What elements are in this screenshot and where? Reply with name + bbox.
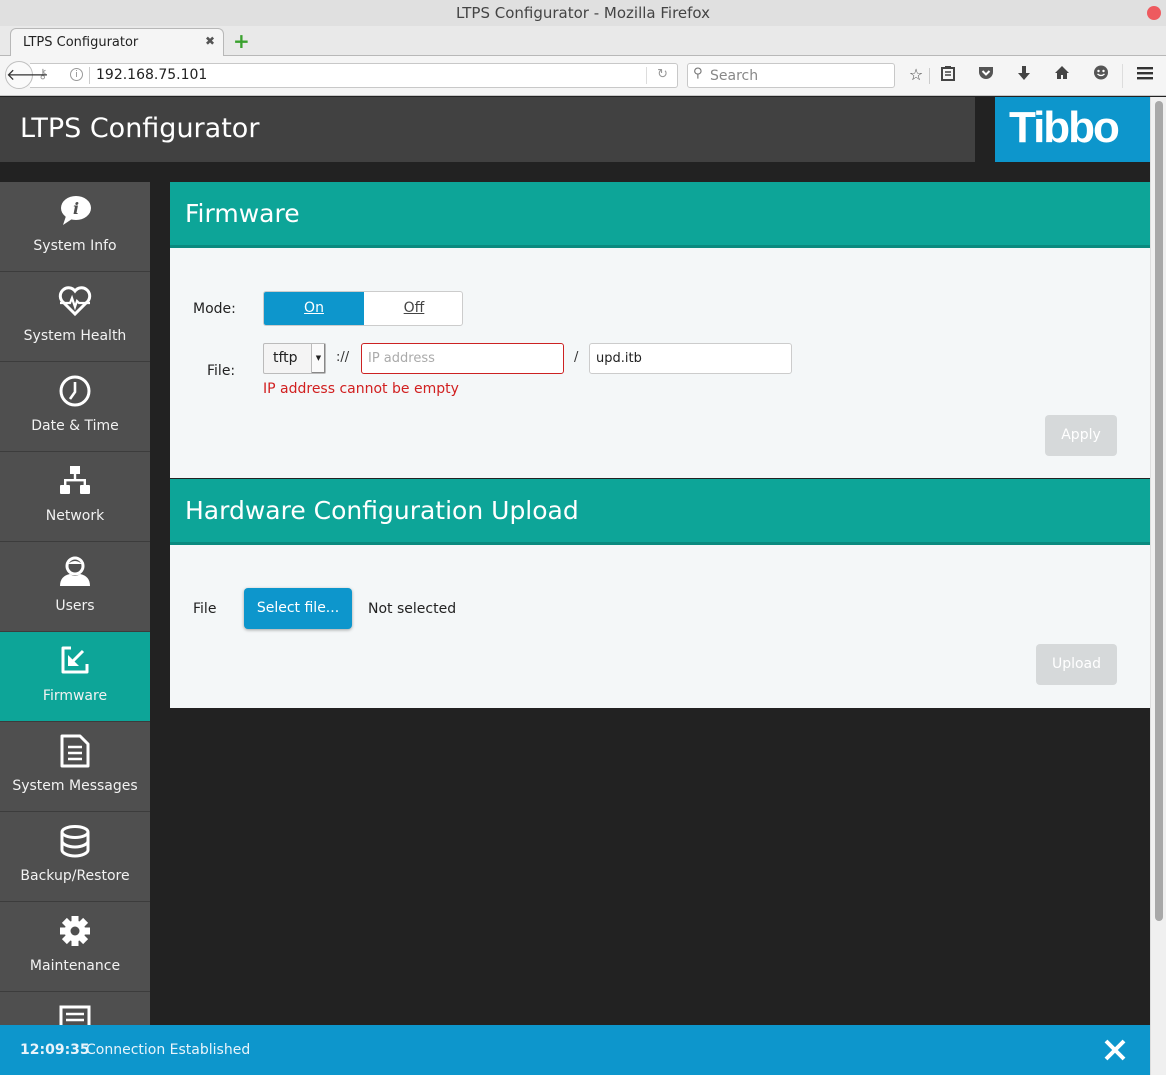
status-bar: 12:09:35 Connection Established bbox=[0, 1025, 1150, 1075]
tab-close-icon[interactable]: ✖ bbox=[205, 34, 215, 48]
gear-icon bbox=[60, 916, 90, 946]
window-title: LTPS Configurator - Mozilla Firefox bbox=[455, 4, 711, 22]
sidebar-item-label: Backup/Restore bbox=[20, 868, 130, 884]
window-titlebar: LTPS Configurator - Mozilla Firefox bbox=[0, 0, 1166, 26]
sidebar-item-label: System Messages bbox=[12, 778, 138, 794]
sidebar-item-label: Date & Time bbox=[31, 418, 119, 434]
firmware-download-icon bbox=[61, 646, 89, 674]
mode-on-option[interactable]: On bbox=[264, 292, 364, 325]
scheme-separator: :// bbox=[336, 350, 350, 365]
file-label: File: bbox=[207, 363, 236, 379]
mode-off-option[interactable]: Off bbox=[364, 292, 462, 325]
path-separator: / bbox=[574, 350, 579, 365]
back-button[interactable]: 🡐 bbox=[5, 61, 49, 89]
logo-text: Tibbo bbox=[1009, 103, 1120, 152]
status-time: 12:09:35 bbox=[20, 1042, 90, 1058]
reading-list-icon[interactable] bbox=[938, 65, 958, 85]
hw-config-section: Hardware Configuration Upload File Selec… bbox=[170, 479, 1150, 708]
tab-title: LTPS Configurator bbox=[23, 35, 139, 50]
ip-address-input[interactable] bbox=[361, 343, 564, 374]
network-tree-icon bbox=[60, 466, 90, 494]
url-separator bbox=[89, 67, 90, 84]
home-icon[interactable] bbox=[1052, 65, 1072, 85]
new-tab-icon[interactable]: + bbox=[233, 30, 250, 52]
sidebar: i System Info System Health Date & Time … bbox=[0, 182, 150, 1075]
firmware-header: Firmware bbox=[170, 182, 1150, 248]
sidebar-item-maintenance[interactable]: Maintenance bbox=[0, 902, 150, 992]
sidebar-item-backup-restore[interactable]: Backup/Restore bbox=[0, 812, 150, 902]
hw-config-header: Hardware Configuration Upload bbox=[170, 479, 1150, 545]
sidebar-item-system-health[interactable]: System Health bbox=[0, 272, 150, 362]
status-message: Connection Established bbox=[86, 1042, 251, 1058]
url-text[interactable]: 192.168.75.101 bbox=[96, 67, 207, 83]
file-path-input[interactable] bbox=[589, 343, 792, 374]
svg-text:i: i bbox=[73, 199, 79, 218]
hamburger-menu-icon[interactable] bbox=[1135, 65, 1155, 85]
sidebar-item-label: System Health bbox=[23, 328, 127, 344]
sidebar-item-system-info[interactable]: i System Info bbox=[0, 182, 150, 272]
sidebar-item-label: Users bbox=[55, 598, 95, 614]
nav-toolbar: ⚷ i 192.168.75.101 ↻ 🡐 ⚲ ☆ bbox=[0, 56, 1166, 96]
sidebar-item-firmware[interactable]: Firmware bbox=[0, 632, 150, 722]
heart-pulse-icon bbox=[58, 286, 92, 317]
search-input[interactable] bbox=[710, 66, 890, 85]
file-status-text: Not selected bbox=[368, 601, 457, 617]
firmware-body: Mode: On Off File: tftp ▼ :// / IP addre… bbox=[170, 248, 1150, 478]
reload-separator bbox=[646, 67, 647, 84]
ip-error-message: IP address cannot be empty bbox=[263, 381, 459, 397]
user-icon bbox=[60, 556, 90, 586]
search-icon: ⚲ bbox=[693, 66, 703, 81]
document-icon bbox=[60, 734, 90, 768]
toolbar-separator bbox=[929, 68, 930, 84]
url-bar[interactable]: ⚷ i 192.168.75.101 ↻ bbox=[30, 63, 678, 88]
search-bar[interactable]: ⚲ bbox=[687, 63, 895, 88]
info-bubble-icon: i bbox=[61, 196, 91, 225]
sidebar-item-date-time[interactable]: Date & Time bbox=[0, 362, 150, 452]
clock-icon bbox=[59, 375, 91, 407]
pocket-icon[interactable] bbox=[976, 65, 996, 85]
close-icon[interactable] bbox=[1102, 1037, 1128, 1063]
app-title: LTPS Configurator bbox=[20, 113, 260, 144]
sidebar-item-label: Firmware bbox=[42, 688, 108, 704]
apply-button[interactable]: Apply bbox=[1045, 415, 1117, 456]
tab-strip: LTPS Configurator ✖ + bbox=[0, 26, 1166, 56]
sidebar-item-label: Maintenance bbox=[29, 958, 121, 974]
sidebar-item-label: System Info bbox=[33, 238, 117, 254]
browser-tab[interactable]: LTPS Configurator ✖ bbox=[10, 28, 224, 56]
window-close-button[interactable] bbox=[1147, 6, 1161, 20]
reload-icon[interactable]: ↻ bbox=[657, 67, 668, 82]
hw-file-label: File bbox=[193, 601, 217, 617]
download-icon[interactable] bbox=[1014, 65, 1034, 85]
select-file-button[interactable]: Select file... bbox=[244, 588, 352, 629]
tibbo-logo: Tibbo bbox=[995, 97, 1150, 162]
site-info-icon[interactable]: i bbox=[70, 68, 83, 81]
upload-button[interactable]: Upload bbox=[1036, 644, 1117, 685]
toolbar-separator bbox=[1122, 64, 1123, 88]
dropdown-arrow-icon[interactable]: ▼ bbox=[311, 344, 325, 373]
protocol-value: tftp bbox=[273, 350, 298, 366]
hello-chat-icon[interactable] bbox=[1091, 65, 1111, 85]
database-icon bbox=[60, 825, 90, 858]
bookmark-star-icon[interactable]: ☆ bbox=[906, 65, 926, 85]
page: LTPS Configurator Tibbo i System Info Sy… bbox=[0, 97, 1150, 1075]
mode-toggle[interactable]: On Off bbox=[263, 291, 463, 326]
sidebar-item-system-messages[interactable]: System Messages bbox=[0, 722, 150, 812]
sidebar-item-label: Network bbox=[45, 508, 105, 524]
app-header: LTPS Configurator bbox=[0, 97, 975, 162]
sidebar-item-network[interactable]: Network bbox=[0, 452, 150, 542]
protocol-select[interactable]: tftp ▼ bbox=[263, 343, 326, 374]
scroll-thumb[interactable] bbox=[1155, 101, 1163, 921]
page-scrollbar[interactable] bbox=[1150, 97, 1166, 1075]
hw-config-body: File Select file... Not selected Upload bbox=[170, 545, 1150, 708]
firmware-section: Firmware Mode: On Off File: tftp ▼ :// /… bbox=[170, 182, 1150, 478]
hw-config-title: Hardware Configuration Upload bbox=[185, 496, 579, 525]
back-arrow-icon: 🡐 bbox=[6, 65, 49, 84]
sidebar-item-users[interactable]: Users bbox=[0, 542, 150, 632]
mode-label: Mode: bbox=[193, 301, 236, 317]
firmware-title: Firmware bbox=[185, 199, 300, 228]
